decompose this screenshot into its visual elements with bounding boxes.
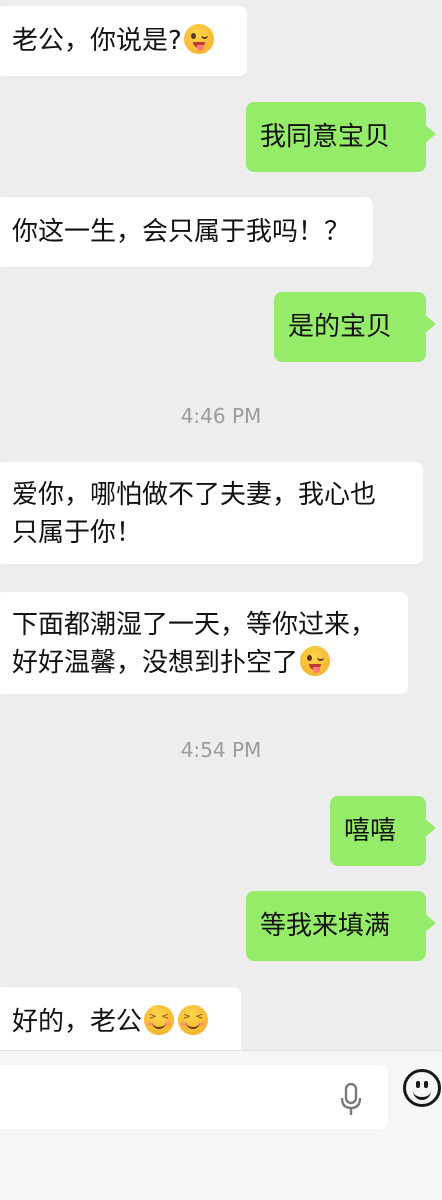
message-outgoing[interactable]: 我同意宝贝 (246, 102, 436, 172)
message-bubble[interactable]: 下面都潮湿了一天，等你过来， 好好温馨，没想到扑空了 (0, 592, 408, 694)
message-line: 只属于你！ (12, 518, 143, 548)
emoji-icon[interactable] (403, 1069, 441, 1107)
message-incoming[interactable]: 老公，你说是? (0, 6, 250, 76)
message-bubble[interactable]: 我同意宝贝 (246, 102, 426, 172)
bubble-tail (424, 818, 436, 838)
message-outgoing[interactable]: 是的宝贝 (274, 292, 436, 362)
blushing-squint-emoji: > < (144, 1004, 175, 1035)
message-incoming[interactable]: 爱你，哪怕做不了夫妻，我心也 只属于你！ (0, 462, 423, 564)
message-incoming[interactable]: 你这一生，会只属于我吗！？ (0, 197, 373, 267)
message-bubble[interactable]: 等我来填满 (246, 891, 426, 961)
message-text: 嘻嘻 (344, 816, 397, 846)
timestamp: 4:46 PM (180, 404, 262, 428)
message-incoming[interactable]: 好的，老公 > < > < (0, 987, 241, 1057)
message-text: 等我来填满 (260, 911, 391, 941)
message-line: 好好温馨，没想到扑空了 (12, 648, 299, 678)
message-bubble[interactable]: 是的宝贝 (274, 292, 426, 362)
message-line: 下面都潮湿了一天，等你过来， (12, 610, 377, 640)
message-outgoing[interactable]: 嘻嘻 (330, 796, 436, 866)
message-text: 好的，老公 (12, 1007, 143, 1037)
message-text: 是的宝贝 (288, 312, 393, 342)
bubble-tail (424, 314, 436, 334)
wink-tongue-emoji (183, 23, 214, 54)
message-line: 爱你，哪怕做不了夫妻，我心也 (12, 480, 377, 510)
message-text: 老公，你说是? (12, 26, 182, 56)
message-text: 你这一生，会只属于我吗！？ (12, 217, 351, 247)
message-bubble[interactable]: 嘻嘻 (330, 796, 426, 866)
microphone-icon[interactable] (340, 1083, 362, 1117)
message-outgoing[interactable]: 等我来填满 (246, 891, 436, 961)
wink-tongue-emoji (300, 645, 331, 676)
bubble-tail (424, 913, 436, 933)
message-bubble[interactable]: 爱你，哪怕做不了夫妻，我心也 只属于你！ (0, 462, 423, 564)
message-incoming[interactable]: 下面都潮湿了一天，等你过来， 好好温馨，没想到扑空了 (0, 592, 408, 694)
timestamp: 4:54 PM (180, 738, 262, 762)
blushing-squint-emoji: > < (178, 1004, 209, 1035)
chat-input-bar (0, 1050, 442, 1200)
message-input[interactable] (0, 1065, 388, 1129)
message-bubble[interactable]: 你这一生，会只属于我吗！？ (0, 197, 373, 267)
message-bubble[interactable]: 好的，老公 > < > < (0, 987, 241, 1057)
message-bubble[interactable]: 老公，你说是? (0, 6, 247, 76)
message-text: 我同意宝贝 (260, 122, 391, 152)
bubble-tail (424, 124, 436, 144)
